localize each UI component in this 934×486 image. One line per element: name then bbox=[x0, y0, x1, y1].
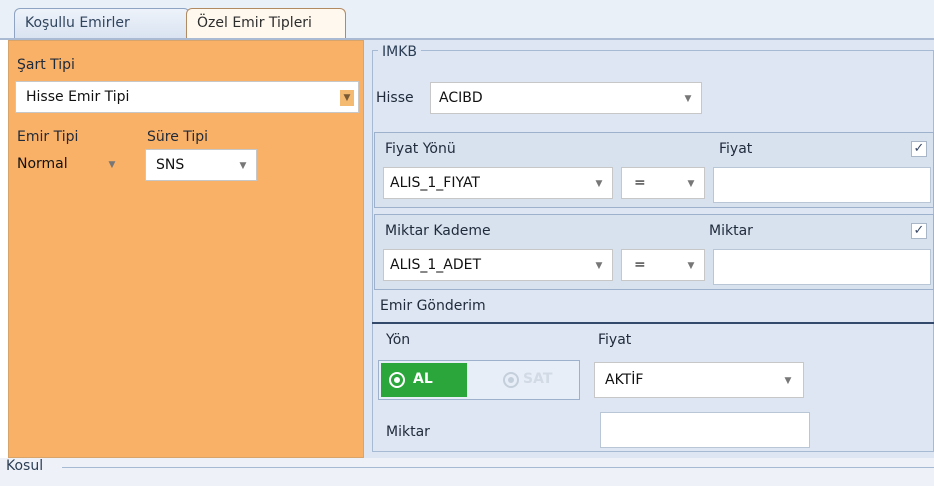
kosul-group-label: Kosul bbox=[6, 458, 44, 474]
chevron-down-icon[interactable]: ▼ bbox=[236, 158, 250, 174]
emir-tipi-value: Normal bbox=[17, 156, 68, 172]
chevron-down-icon[interactable]: ▼ bbox=[592, 176, 606, 192]
left-panel: Şart Tipi Hisse Emir Tipi ▼ Emir Tipi Sü… bbox=[8, 40, 364, 458]
emir-fiyat-select[interactable]: AKTİF ▼ bbox=[594, 362, 804, 398]
miktar-label: Miktar bbox=[709, 223, 753, 239]
tab-ozel-emir-tipleri[interactable]: Özel Emir Tipleri bbox=[186, 8, 346, 38]
hisse-label: Hisse bbox=[376, 90, 414, 106]
tab-label: Özel Emir Tipleri bbox=[197, 15, 312, 31]
sure-tipi-select[interactable]: SNS ▼ bbox=[145, 149, 257, 181]
al-label: AL bbox=[413, 371, 433, 387]
miktar-kademe-select[interactable]: ALIS_1_ADET ▼ bbox=[383, 249, 613, 281]
al-option[interactable]: AL bbox=[381, 363, 467, 397]
sat-option[interactable]: SAT bbox=[499, 363, 577, 397]
chevron-down-icon[interactable]: ▼ bbox=[340, 90, 354, 106]
miktar-kademe-value: ALIS_1_ADET bbox=[390, 257, 482, 273]
fiyat-yonu-panel: Fiyat Yönü Fiyat ✓ ALIS_1_FIYAT ▼ = ▼ bbox=[374, 132, 934, 208]
emir-miktar-input[interactable] bbox=[600, 412, 810, 448]
emir-gonderim-label: Emir Gönderim bbox=[380, 298, 486, 314]
chevron-down-icon[interactable]: ▼ bbox=[781, 373, 795, 389]
miktar-checkbox[interactable]: ✓ bbox=[911, 223, 927, 239]
chevron-down-icon[interactable]: ▼ bbox=[592, 258, 606, 274]
check-icon: ✓ bbox=[913, 141, 925, 156]
fiyat-label: Fiyat bbox=[719, 141, 753, 157]
miktar-operator-select[interactable]: = ▼ bbox=[621, 249, 705, 281]
fiyat-operator-select[interactable]: = ▼ bbox=[621, 167, 705, 199]
chevron-down-icon[interactable]: ▼ bbox=[684, 258, 698, 274]
hisse-value: ACIBD bbox=[439, 90, 483, 106]
emir-fiyat-value: AKTİF bbox=[605, 372, 644, 388]
miktar-input[interactable] bbox=[713, 249, 931, 285]
sart-tipi-label: Şart Tipi bbox=[17, 57, 75, 73]
fiyat-yonu-select[interactable]: ALIS_1_FIYAT ▼ bbox=[383, 167, 613, 199]
chevron-down-icon[interactable]: ▼ bbox=[105, 157, 119, 173]
yon-label: Yön bbox=[386, 332, 411, 348]
fiyat-checkbox[interactable]: ✓ bbox=[911, 141, 927, 157]
miktar-kademe-panel: Miktar Kademe Miktar ✓ ALIS_1_ADET ▼ = ▼ bbox=[374, 214, 934, 290]
sart-tipi-select[interactable]: Hisse Emir Tipi ▼ bbox=[15, 81, 359, 113]
radio-unselected-icon bbox=[503, 372, 519, 388]
check-icon: ✓ bbox=[913, 223, 925, 238]
tab-label: Koşullu Emirler bbox=[25, 15, 130, 31]
miktar-operator-value: = bbox=[634, 257, 646, 273]
sat-label: SAT bbox=[523, 371, 553, 387]
imkb-group-label: IMKB bbox=[378, 44, 421, 60]
sart-tipi-value: Hisse Emir Tipi bbox=[26, 89, 130, 105]
kosul-bar bbox=[0, 458, 934, 486]
fiyat-yonu-label: Fiyat Yönü bbox=[385, 141, 456, 157]
right-panel: IMKB Hisse ACIBD ▼ Fiyat Yönü Fiyat ✓ AL… bbox=[364, 40, 934, 458]
miktar-kademe-label: Miktar Kademe bbox=[385, 223, 491, 239]
kosul-divider bbox=[62, 467, 934, 468]
emir-fiyat-label: Fiyat bbox=[598, 332, 632, 348]
chevron-down-icon[interactable]: ▼ bbox=[684, 176, 698, 192]
sure-tipi-value: SNS bbox=[156, 157, 185, 173]
emir-gonderim-divider bbox=[372, 322, 934, 324]
tab-kosullu-emirler[interactable]: Koşullu Emirler bbox=[14, 8, 190, 38]
emir-tipi-label: Emir Tipi bbox=[17, 129, 79, 145]
yon-toggle: AL SAT bbox=[378, 360, 580, 400]
fiyat-operator-value: = bbox=[634, 175, 646, 191]
emir-miktar-label: Miktar bbox=[386, 424, 430, 440]
hisse-select[interactable]: ACIBD ▼ bbox=[430, 82, 702, 114]
emir-tipi-select[interactable]: Normal ▼ bbox=[15, 149, 123, 181]
fiyat-yonu-value: ALIS_1_FIYAT bbox=[390, 175, 480, 191]
chevron-down-icon[interactable]: ▼ bbox=[681, 91, 695, 107]
fiyat-input[interactable] bbox=[713, 167, 931, 203]
sure-tipi-label: Süre Tipi bbox=[147, 129, 209, 145]
radio-selected-icon bbox=[389, 372, 405, 388]
